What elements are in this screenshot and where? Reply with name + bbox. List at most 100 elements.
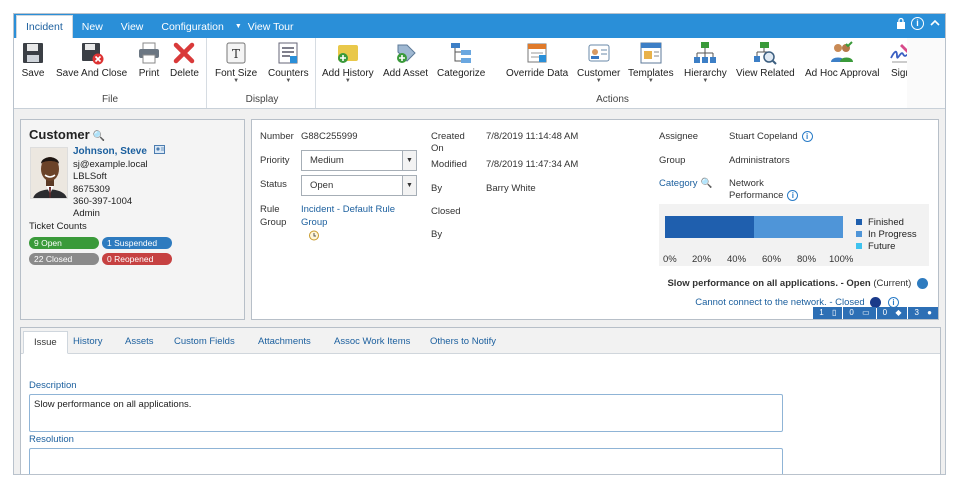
created-on-label-line1: Created bbox=[431, 131, 465, 142]
customer-search-icon[interactable]: 🔍 bbox=[93, 131, 105, 142]
x-tick-100: 100% bbox=[829, 254, 854, 265]
rule-group-link-line1[interactable]: Incident - Default Rule bbox=[301, 204, 395, 215]
configuration-dropdown-icon[interactable]: ▼ bbox=[235, 16, 242, 38]
ad-hoc-approval-button[interactable]: Ad Hoc Approval bbox=[805, 41, 880, 79]
category-value-text: Performance bbox=[729, 190, 784, 202]
tab-assets[interactable]: Assets bbox=[115, 331, 164, 354]
legend-in-progress-swatch bbox=[856, 231, 862, 237]
attachments-count: 1 bbox=[816, 308, 827, 317]
briefcase-icon: ▭ bbox=[859, 308, 873, 317]
alarm-clock-icon[interactable] bbox=[308, 229, 320, 244]
status-select[interactable]: Open ▼ bbox=[301, 175, 417, 196]
hierarchy-icon bbox=[694, 42, 717, 63]
suspended-tickets-badge[interactable]: 1 Suspended bbox=[102, 237, 172, 249]
x-tick-0: 0% bbox=[663, 254, 677, 265]
ribbon-group-actions-label: Actions bbox=[596, 94, 629, 105]
legend-finished-label: Finished bbox=[868, 217, 904, 228]
assignee-info-icon[interactable]: i bbox=[801, 131, 813, 142]
legend-in-progress-label: In Progress bbox=[868, 229, 917, 240]
menu-tab-new[interactable]: New bbox=[73, 16, 112, 38]
assignee-label: Assignee bbox=[659, 131, 699, 142]
category-value-line2: Performance i bbox=[729, 190, 799, 202]
person-icon: ● bbox=[924, 308, 935, 317]
tab-custom-fields[interactable]: Custom Fields bbox=[164, 331, 245, 354]
priority-label: Priority bbox=[260, 155, 290, 166]
customer-dropdown-icon: ▼ bbox=[595, 78, 602, 84]
lock-icon[interactable] bbox=[894, 17, 907, 30]
description-field[interactable]: Slow performance on all applications. bbox=[29, 394, 783, 432]
current-ticket-tag: (Current) bbox=[873, 278, 912, 290]
delete-button[interactable]: Delete bbox=[170, 41, 199, 79]
override-data-button[interactable]: Override Data bbox=[506, 41, 568, 79]
collapse-ribbon-icon[interactable] bbox=[928, 17, 941, 30]
save-button[interactable]: Save bbox=[21, 41, 45, 79]
category-info-icon[interactable]: i bbox=[787, 190, 799, 201]
status-dropdown-icon[interactable]: ▼ bbox=[402, 176, 416, 195]
save-and-close-button[interactable]: Save And Close bbox=[56, 41, 127, 79]
priority-select[interactable]: Medium ▼ bbox=[301, 150, 417, 171]
assignee-value: Stuart Copeland i bbox=[729, 131, 813, 142]
tab-attachments[interactable]: Attachments bbox=[248, 331, 321, 354]
templates-dropdown-icon: ▼ bbox=[647, 78, 654, 84]
open-tickets-badge[interactable]: 9 Open bbox=[29, 237, 99, 249]
tab-history[interactable]: History bbox=[63, 331, 113, 354]
closed-tickets-badge[interactable]: 22 Closed bbox=[29, 253, 99, 265]
tab-issue[interactable]: Issue bbox=[23, 331, 68, 354]
add-history-dropdown-icon: ▼ bbox=[344, 78, 351, 84]
legend-finished-swatch bbox=[856, 219, 862, 225]
customer-button[interactable]: Customer ▼ bbox=[577, 41, 620, 84]
save-and-close-label: Save And Close bbox=[56, 68, 128, 79]
customer-phone-2: 360-397-1004 bbox=[73, 195, 133, 207]
created-on-value: 7/8/2019 11:14:48 AM bbox=[486, 131, 579, 142]
tab-assoc-work-items[interactable]: Assoc Work Items bbox=[324, 331, 420, 354]
categorize-button[interactable]: Categorize bbox=[437, 41, 485, 79]
add-history-icon bbox=[337, 45, 358, 63]
current-ticket-row: Slow performance on all applications. - … bbox=[667, 278, 928, 289]
menu-tab-view-tour[interactable]: View Tour bbox=[248, 16, 303, 38]
tag-plus-icon bbox=[396, 44, 416, 63]
rule-group-link-line2[interactable]: Group bbox=[301, 217, 327, 228]
reopened-tickets-badge[interactable]: 0 Reopened bbox=[102, 253, 172, 265]
view-related-button[interactable]: View Related bbox=[736, 41, 795, 79]
menu-tab-configuration[interactable]: Configuration bbox=[152, 16, 232, 38]
resolution-label: Resolution bbox=[29, 434, 74, 445]
paperclip-icon: ▯ bbox=[828, 308, 840, 317]
printer-icon bbox=[139, 42, 159, 64]
font-size-dropdown-icon: ▼ bbox=[233, 78, 240, 84]
add-history-button[interactable]: Add History ▼ bbox=[322, 41, 374, 84]
modified-value: 7/8/2019 11:47:34 AM bbox=[486, 159, 579, 170]
add-asset-button[interactable]: Add Asset bbox=[383, 41, 428, 79]
tab-others-to-notify[interactable]: Others to Notify bbox=[420, 331, 506, 354]
hierarchy-button[interactable]: Hierarchy ▼ bbox=[684, 41, 727, 84]
attachments-counter[interactable]: 1 ▯ bbox=[813, 307, 843, 319]
priority-dropdown-icon[interactable]: ▼ bbox=[402, 151, 416, 170]
people-counter[interactable]: 3 ● bbox=[908, 307, 938, 319]
priority-value: Medium bbox=[310, 155, 344, 166]
customer-card-icon bbox=[588, 44, 610, 62]
resolution-field[interactable] bbox=[29, 448, 783, 474]
ticket-details-card: Number G88C255999 Priority Medium ▼ Stat… bbox=[251, 119, 939, 320]
work-items-counter[interactable]: 0 ▭ bbox=[843, 307, 876, 319]
counters-button[interactable]: Counters ▼ bbox=[268, 41, 309, 84]
templates-button[interactable]: Templates ▼ bbox=[628, 41, 674, 84]
legend-future-swatch bbox=[856, 243, 862, 249]
assets-counter[interactable]: 0 ◆ bbox=[876, 307, 908, 319]
ribbon-group-actions: Add History ▼ Add Asset Categorize Overr… bbox=[318, 38, 912, 108]
font-size-button[interactable]: T Font Size ▼ bbox=[215, 41, 257, 84]
info-icon[interactable]: i bbox=[911, 17, 924, 30]
delete-x-icon bbox=[174, 42, 195, 64]
contact-card-icon[interactable] bbox=[153, 144, 166, 159]
customer-title: Customer 🔍 bbox=[29, 127, 105, 142]
x-tick-80: 80% bbox=[797, 254, 817, 265]
menu-tab-incident[interactable]: Incident bbox=[16, 15, 73, 38]
closed-label: Closed bbox=[431, 206, 461, 217]
customer-name-link[interactable]: Johnson, Steve bbox=[73, 146, 147, 157]
category-search-icon[interactable]: 🔍 bbox=[701, 178, 713, 189]
font-size-icon: T bbox=[226, 42, 246, 64]
customer-phone-1: 8675309 bbox=[73, 183, 110, 195]
print-button[interactable]: Print bbox=[137, 41, 161, 79]
add-asset-label: Add Asset bbox=[383, 68, 429, 79]
menu-tab-view[interactable]: View bbox=[112, 16, 153, 38]
category-value-line1: Network bbox=[729, 178, 764, 189]
category-link[interactable]: Category 🔍 bbox=[659, 178, 712, 189]
